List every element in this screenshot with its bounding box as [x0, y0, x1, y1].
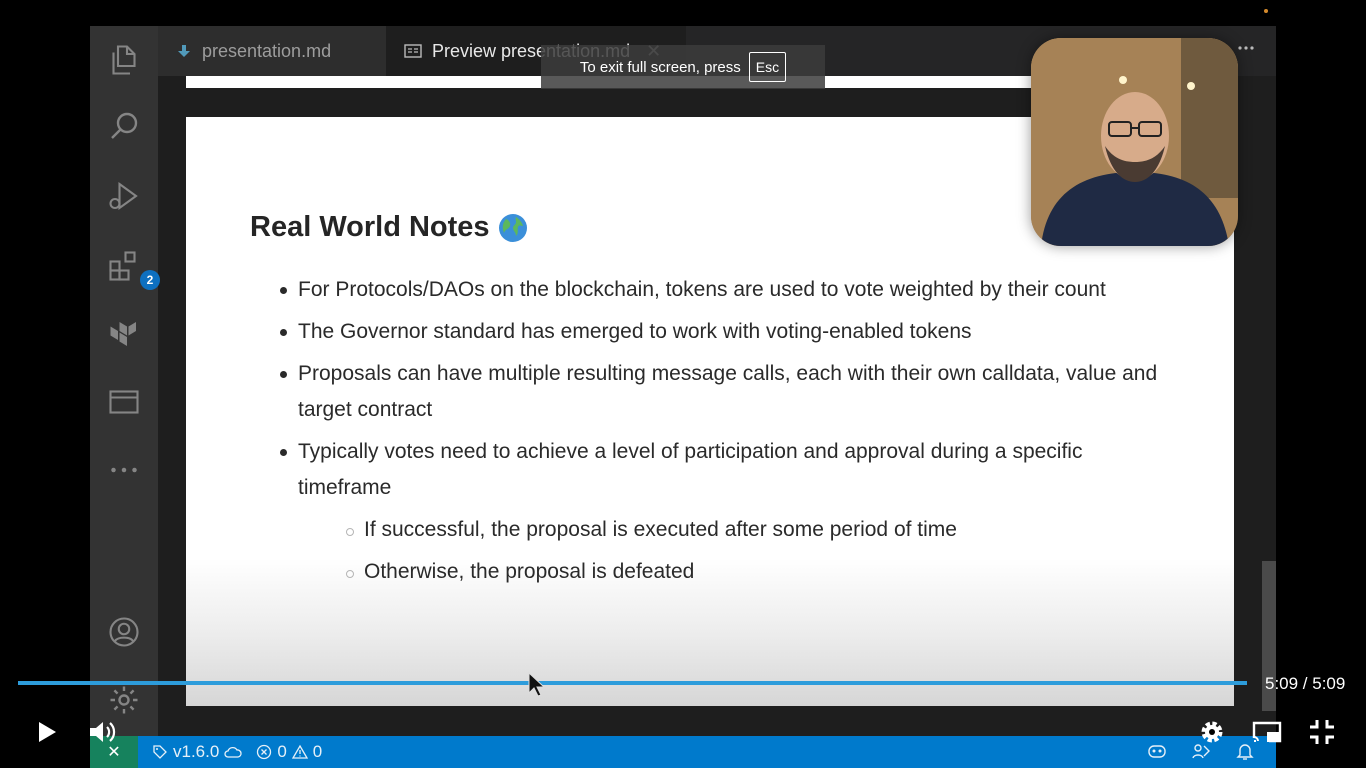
esc-key-label: Esc [748, 52, 787, 82]
extensions-icon[interactable]: 2 [104, 246, 160, 290]
list-item: The Governor standard has emerged to wor… [280, 314, 1160, 350]
volume-icon [90, 722, 116, 742]
search-icon[interactable] [104, 106, 144, 146]
sub-list: If successful, the proposal is executed … [298, 512, 1160, 590]
exit-fullscreen-button[interactable] [1304, 714, 1340, 750]
warning-icon [291, 744, 308, 759]
volume-button[interactable] [84, 714, 120, 750]
play-icon [39, 722, 56, 742]
mouse-cursor-icon [528, 672, 546, 697]
more-actions-icon[interactable] [1236, 38, 1256, 58]
account-icon[interactable] [104, 612, 144, 652]
bullet-list: For Protocols/DAOs on the blockchain, to… [280, 272, 1160, 596]
time-display: 5:09 / 5:09 [1265, 674, 1346, 693]
more-icon[interactable] [104, 450, 144, 490]
fullscreen-notice-text: To exit full screen, press [579, 58, 741, 76]
play-button[interactable] [28, 714, 64, 750]
presenter-avatar [1031, 38, 1238, 246]
cast-icon [1252, 721, 1282, 743]
cloud-sync-icon [224, 746, 242, 758]
recording-dot [1264, 9, 1268, 13]
version-item[interactable]: v1.6.0 [152, 742, 242, 762]
fullscreen-notice: To exit full screen, press Esc [541, 45, 825, 89]
list-item: For Protocols/DAOs on the blockchain, to… [280, 272, 1160, 308]
progress-bar[interactable] [18, 681, 1247, 685]
exit-fullscreen-icon [1310, 720, 1334, 744]
panel-icon[interactable] [104, 382, 144, 422]
sub-list-item: Otherwise, the proposal is defeated [346, 554, 1160, 590]
run-debug-icon[interactable] [104, 176, 144, 216]
globe-icon [498, 213, 527, 242]
settings-button[interactable] [1194, 714, 1230, 750]
tag-icon [153, 745, 167, 759]
sub-list-item: If successful, the proposal is executed … [346, 512, 1160, 548]
explorer-icon[interactable] [104, 40, 144, 80]
activity-bar: 2 [90, 26, 160, 736]
extensions-badge: 2 [140, 270, 160, 290]
slide-title-row: Real World Notes [250, 211, 528, 244]
preview-icon [404, 44, 422, 58]
copilot-icon[interactable] [1146, 740, 1168, 762]
warning-count: 0 [312, 742, 323, 761]
list-item: Proposals can have multiple resulting me… [280, 356, 1160, 428]
tab-presentation-md[interactable]: presentation.md [158, 26, 386, 76]
list-item-text: Typically votes need to achieve a level … [298, 440, 1083, 499]
tab-label: presentation.md [202, 40, 332, 61]
progress-fill [18, 681, 1247, 685]
cast-button[interactable] [1249, 714, 1285, 750]
terraform-icon[interactable] [104, 314, 144, 354]
error-count: 0 [277, 742, 287, 761]
problems-item[interactable]: 0 0 [256, 742, 322, 762]
list-item: Typically votes need to achieve a level … [280, 434, 1160, 590]
gear-icon [1201, 721, 1223, 743]
status-bar: ✕ v1.6.0 0 0 [90, 736, 1276, 768]
version-label: v1.6.0 [173, 742, 220, 761]
webcam-overlay [1031, 38, 1238, 246]
slide-title: Real World Notes [250, 211, 490, 243]
markdown-file-icon [178, 45, 190, 57]
error-icon [257, 744, 272, 760]
